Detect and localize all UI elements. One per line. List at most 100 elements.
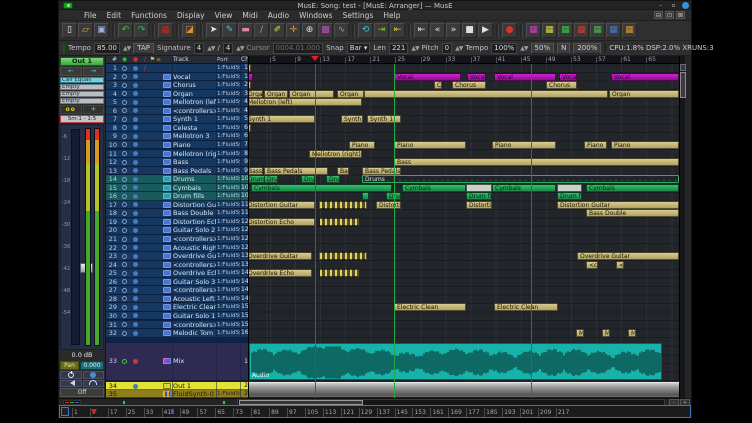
toggle-bigtime-button[interactable]: ▦ <box>558 23 573 38</box>
track-port[interactable]: 1:FluidSy <box>216 167 240 176</box>
midi-part[interactable] <box>319 218 359 226</box>
midi-part-overdrive-echo[interactable]: Overdrive Echo <box>249 269 312 277</box>
record-arm-icon[interactable] <box>122 66 127 71</box>
track-name[interactable]: Vocal <box>172 73 216 82</box>
rack-slot-4[interactable]: Empty <box>60 98 104 104</box>
track-name[interactable]: Mellotron (right) <box>172 150 216 159</box>
goto-start-button[interactable]: ⇤ <box>414 23 429 38</box>
menu-file[interactable]: File <box>79 11 102 20</box>
mute-dot-icon[interactable] <box>133 168 138 173</box>
track-row-overdrive-echo[interactable]: 25Overdrive Echo1:FluidSy14 <box>106 269 249 278</box>
record-arm-icon[interactable] <box>122 100 127 105</box>
menu-view[interactable]: View <box>210 11 238 20</box>
forward-button[interactable]: » <box>446 23 461 38</box>
track-name[interactable]: FluidSynth-0 <box>172 390 216 398</box>
mute-dot-icon[interactable] <box>133 142 138 147</box>
record-arm-icon[interactable] <box>122 305 127 310</box>
audio-part-audio[interactable]: Audio <box>249 343 662 380</box>
mute-dot-icon[interactable] <box>133 288 138 293</box>
midi-part-overdrive-guitar[interactable]: Overdrive Guitar <box>249 252 312 260</box>
vscroll-handle[interactable] <box>680 72 686 98</box>
record-arm-icon[interactable] <box>122 279 127 284</box>
len-value[interactable]: 221 <box>389 43 408 54</box>
track-name[interactable]: Guitar Solo 2 <box>172 226 216 235</box>
track-port[interactable]: 1:FluidSy <box>216 81 240 90</box>
mute-dot-icon[interactable] <box>133 151 138 156</box>
track-row--controllers-[interactable]: 31<controllers>1:FluidSy15 <box>106 321 249 330</box>
midi-part-organ[interactable]: Organ <box>264 90 288 98</box>
mute-dot-icon[interactable] <box>133 185 138 190</box>
track-channel[interactable]: 12 <box>240 244 249 253</box>
track-name[interactable]: Drums <box>172 175 216 184</box>
track-name[interactable]: Guitar Solo 1 <box>172 312 216 321</box>
midi-part-distortion-guitar[interactable]: Distortion Guitar <box>557 201 679 209</box>
track-port[interactable]: 1:FluidSy <box>216 201 240 210</box>
tempo-flag-icon[interactable] <box>63 44 65 53</box>
midi-part-organ[interactable]: Organ <box>609 90 679 98</box>
midi-part-bass[interactable]: Bass <box>249 167 263 175</box>
track-row-synth-1[interactable]: 7Synth 11:FluidSy5 <box>106 115 249 124</box>
arranger-canvas[interactable]: 591317212529333741454953576165 VocalVoca… <box>249 56 679 398</box>
pan-tool-button[interactable]: ✛ <box>286 23 301 38</box>
record-arm-icon[interactable] <box>122 202 127 207</box>
track-port[interactable]: 1:FluidSy <box>216 175 240 184</box>
midi-part-organ[interactable]: Organ <box>289 90 334 98</box>
track-row-track-1[interactable]: 1∕1:FluidSy1 <box>106 64 249 73</box>
midi-part-chorus[interactable]: Chorus <box>546 81 577 89</box>
midi-part-vocal[interactable]: Vocal <box>394 73 461 81</box>
mute-dot-icon[interactable] <box>133 66 138 71</box>
track-row-bass-double[interactable]: 18Bass Double1:FluidSy11 <box>106 209 249 218</box>
pencil-tool-button[interactable]: ✎ <box>222 23 237 38</box>
track-port[interactable]: 1:FluidSy <box>216 244 240 253</box>
mute-dot-icon[interactable] <box>133 211 138 216</box>
midi-part-ch[interactable]: Ch <box>434 81 442 89</box>
rack-slot-3[interactable]: Empty <box>60 91 104 97</box>
midi-part-m[interactable]: M <box>628 329 636 337</box>
len-spinner[interactable]: ▲▼ <box>411 45 418 52</box>
tempo-value[interactable]: 85.00 <box>94 43 120 54</box>
record-arm-icon[interactable] <box>122 142 127 147</box>
midi-part-drum[interactable]: Drum <box>326 175 340 183</box>
pitch-spinner[interactable]: ▲▼ <box>455 45 462 52</box>
midi-part-vocal[interactable]: Vocal <box>611 73 679 81</box>
midi-part-piano[interactable]: Piano <box>611 141 679 149</box>
menu-audio[interactable]: Audio <box>263 11 294 20</box>
rack-slot-2[interactable]: Empty <box>60 84 104 90</box>
track-port[interactable]: 1:FluidSy <box>216 252 240 261</box>
track-row-out-1[interactable]: 34Out 12 <box>106 382 249 390</box>
track-name[interactable]: Drum fills <box>172 192 216 201</box>
record-arm-icon[interactable] <box>122 219 127 224</box>
track-port[interactable]: 1:FluidSy <box>216 321 240 330</box>
track-port[interactable]: 1:FluidSy <box>216 64 240 73</box>
mute-dot-icon[interactable] <box>133 202 138 207</box>
rack-visual-icon[interactable]: oo <box>60 105 82 114</box>
playhead-line[interactable] <box>315 56 316 398</box>
midi-part-distortion[interactable]: Distortion <box>466 201 492 209</box>
off-icon[interactable]: ∕ <box>144 64 146 72</box>
mute-dot-icon[interactable] <box>133 271 138 276</box>
mdi-minimize-button[interactable]: ⊟ <box>654 11 663 19</box>
record-arm-icon[interactable] <box>122 125 127 130</box>
mute-dot-icon[interactable] <box>133 245 138 250</box>
midi-part-cymbals[interactable]: Cymbals <box>251 184 392 192</box>
midi-part-vocal[interactable]: Vocal <box>494 73 556 81</box>
midi-part-mellotron-right-[interactable]: Mellotron (right) <box>309 150 362 158</box>
mute-tool-button[interactable]: ▩ <box>318 23 333 38</box>
record-arm-icon[interactable] <box>122 228 127 233</box>
left-locator-line[interactable] <box>394 56 395 398</box>
midi-part[interactable] <box>249 124 251 132</box>
track-channel[interactable]: 1 <box>240 343 249 381</box>
track-name[interactable]: Mellotron 3 <box>172 132 216 141</box>
track-name[interactable]: Out 1 <box>172 382 216 390</box>
record-arm-icon[interactable] <box>122 117 127 122</box>
track-name[interactable]: Bass Pedals <box>172 167 216 176</box>
midi-part-bass-double[interactable]: Bass Double <box>586 209 679 217</box>
track-row-chorus[interactable]: 3Chorus1:FluidSy2 <box>106 81 249 90</box>
mute-dot-icon[interactable] <box>133 91 138 96</box>
midi-part-bass-pedals[interactable]: Bass Pedals <box>362 167 401 175</box>
record-arm-icon[interactable] <box>122 134 127 139</box>
track-channel[interactable]: 1 <box>240 64 249 73</box>
track-name[interactable]: Organ <box>172 90 216 99</box>
volume-fader[interactable] <box>71 129 80 345</box>
track-port[interactable]: 1:FluidSy <box>216 235 240 244</box>
